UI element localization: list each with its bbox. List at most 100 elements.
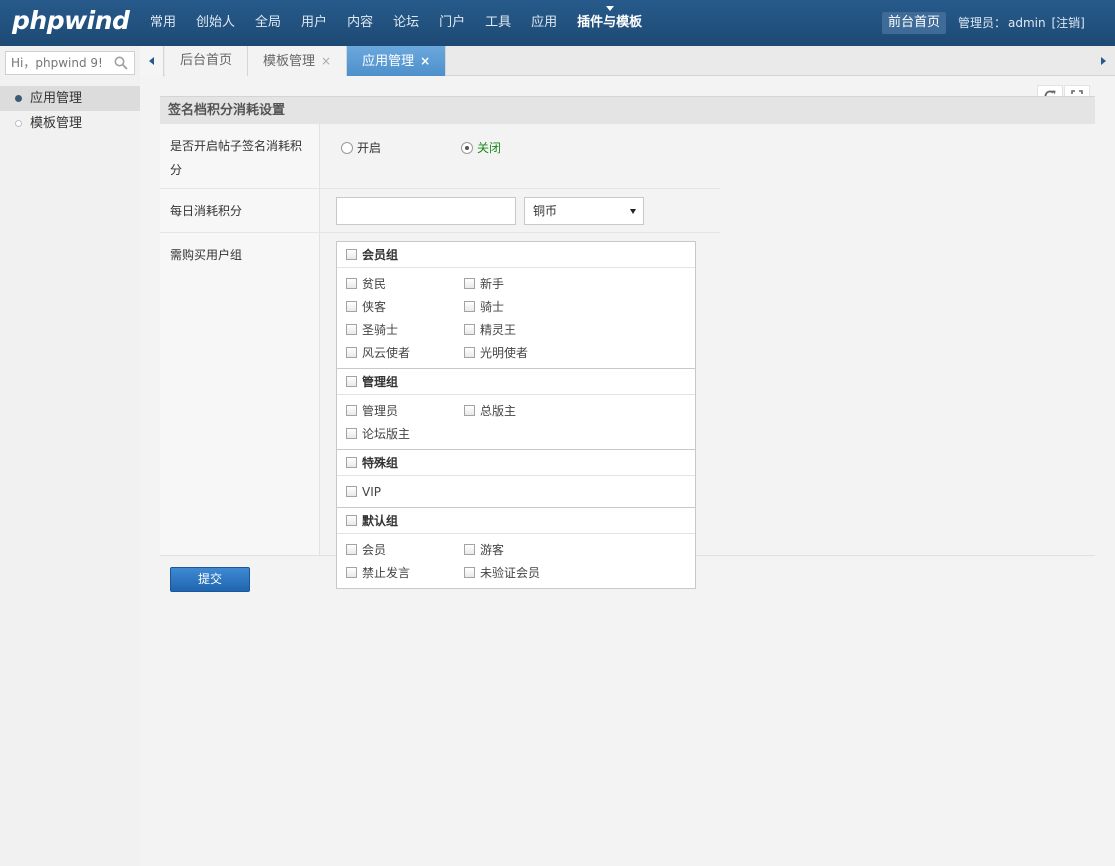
form-row-groups: 需购买用户组 会员组 贫民 新手 侠客 骑士 圣骑士 精灵王 风云使者 光明使者… bbox=[160, 233, 1095, 589]
checkbox[interactable] bbox=[346, 347, 357, 358]
form-row-enable: 是否开启帖子签名消耗积分 开启 关闭 bbox=[160, 124, 720, 189]
submit-button[interactable]: 提交 bbox=[170, 567, 250, 592]
checkbox[interactable] bbox=[346, 457, 357, 468]
nav-item-users[interactable]: 用户 bbox=[291, 0, 337, 46]
group-header-admin[interactable]: 管理组 bbox=[337, 369, 695, 395]
option-label: 侠客 bbox=[362, 300, 387, 314]
close-icon[interactable]: × bbox=[420, 54, 430, 68]
checkbox[interactable] bbox=[346, 249, 357, 260]
group-option[interactable]: 游客 bbox=[464, 538, 582, 561]
group-header-special[interactable]: 特殊组 bbox=[337, 450, 695, 476]
group-option[interactable]: 未验证会员 bbox=[464, 561, 582, 584]
group-option[interactable]: 禁止发言 bbox=[346, 561, 464, 584]
checkbox[interactable] bbox=[346, 544, 357, 555]
phpwind-logo[interactable]: phpwind bbox=[12, 6, 130, 35]
group-option[interactable]: VIP bbox=[346, 480, 464, 503]
tab-scroll-left-button[interactable] bbox=[140, 46, 164, 76]
checkbox[interactable] bbox=[346, 278, 357, 289]
radio-button[interactable] bbox=[341, 141, 353, 154]
form-row-daily: 每日消耗积分 铜币 bbox=[160, 189, 720, 233]
option-label: VIP bbox=[362, 484, 381, 499]
checkbox[interactable] bbox=[346, 405, 357, 416]
group-option[interactable]: 精灵王 bbox=[464, 318, 582, 341]
nav-item-portal[interactable]: 门户 bbox=[429, 0, 475, 46]
option-label: 新手 bbox=[480, 277, 505, 291]
tab-label: 模板管理 bbox=[263, 54, 316, 69]
group-title: 默认组 bbox=[362, 513, 399, 528]
nav-item-tools[interactable]: 工具 bbox=[475, 0, 521, 46]
radio-button-selected[interactable] bbox=[461, 141, 473, 154]
arrow-left-icon bbox=[149, 57, 154, 65]
group-option[interactable]: 侠客 bbox=[346, 295, 464, 318]
tab-template-management[interactable]: 模板管理 × bbox=[248, 46, 348, 76]
checkbox[interactable] bbox=[346, 486, 357, 497]
checkbox[interactable] bbox=[346, 376, 357, 387]
checkbox[interactable] bbox=[346, 301, 357, 312]
checkbox[interactable] bbox=[346, 324, 357, 335]
nav-item-content[interactable]: 内容 bbox=[337, 0, 383, 46]
user-groups-box: 会员组 贫民 新手 侠客 骑士 圣骑士 精灵王 风云使者 光明使者 管理组 管理… bbox=[336, 241, 696, 589]
daily-points-input[interactable] bbox=[336, 197, 516, 225]
group-option[interactable]: 骑士 bbox=[464, 295, 582, 318]
checkbox[interactable] bbox=[464, 301, 475, 312]
checkbox[interactable] bbox=[464, 278, 475, 289]
group-option[interactable]: 论坛版主 bbox=[346, 422, 464, 445]
tab-label: 后台首页 bbox=[180, 53, 233, 68]
radio-enable-on[interactable]: 开启 bbox=[341, 139, 381, 156]
close-icon[interactable]: × bbox=[321, 54, 331, 68]
nav-item-global[interactable]: 全局 bbox=[245, 0, 291, 46]
checkbox[interactable] bbox=[346, 515, 357, 526]
currency-select[interactable]: 铜币 bbox=[524, 197, 644, 225]
nav-item-label: 插件与模板 bbox=[577, 15, 643, 30]
nav-item-founder[interactable]: 创始人 bbox=[186, 0, 245, 46]
main-nav: 常用 创始人 全局 用户 内容 论坛 门户 工具 应用 插件与模板 bbox=[140, 0, 652, 46]
group-option[interactable]: 贫民 bbox=[346, 272, 464, 295]
checkbox[interactable] bbox=[464, 544, 475, 555]
nav-item-apps[interactable]: 应用 bbox=[521, 0, 567, 46]
radio-label: 关闭 bbox=[477, 141, 502, 155]
admin-info: 管理员： admin [注销] bbox=[958, 12, 1087, 34]
tabs: 后台首页 模板管理 × 应用管理 × bbox=[165, 46, 447, 76]
tab-scroll-right-button[interactable] bbox=[1091, 46, 1115, 76]
search-icon[interactable] bbox=[114, 56, 128, 70]
groups-label: 需购买用户组 bbox=[160, 233, 320, 555]
nav-item-plugins-templates[interactable]: 插件与模板 bbox=[567, 0, 652, 46]
tab-app-management[interactable]: 应用管理 × bbox=[347, 46, 447, 76]
option-label: 骑士 bbox=[480, 300, 505, 314]
checkbox[interactable] bbox=[346, 428, 357, 439]
option-label: 游客 bbox=[480, 543, 505, 557]
option-label: 风云使者 bbox=[362, 346, 411, 360]
side-menu: 应用管理 模板管理 bbox=[0, 86, 140, 136]
checkbox[interactable] bbox=[346, 567, 357, 578]
option-label: 圣骑士 bbox=[362, 323, 399, 337]
search-input[interactable] bbox=[6, 52, 106, 74]
nav-item-forum[interactable]: 论坛 bbox=[383, 0, 429, 46]
checkbox[interactable] bbox=[464, 324, 475, 335]
radio-enable-off[interactable]: 关闭 bbox=[461, 139, 501, 156]
tab-bar: 后台首页 模板管理 × 应用管理 × bbox=[140, 46, 1115, 76]
group-option[interactable]: 新手 bbox=[464, 272, 582, 295]
front-home-button[interactable]: 前台首页 bbox=[882, 12, 947, 34]
group-option[interactable]: 会员 bbox=[346, 538, 464, 561]
checkbox[interactable] bbox=[464, 405, 475, 416]
sidebar-item-label: 模板管理 bbox=[30, 116, 83, 131]
group-option[interactable]: 管理员 bbox=[346, 399, 464, 422]
tab-admin-home[interactable]: 后台首页 bbox=[165, 46, 249, 76]
tab-label: 应用管理 bbox=[362, 54, 415, 69]
group-option[interactable]: 风云使者 bbox=[346, 341, 464, 364]
group-option[interactable]: 总版主 bbox=[464, 399, 582, 422]
nav-item-common[interactable]: 常用 bbox=[140, 0, 186, 46]
group-header-default[interactable]: 默认组 bbox=[337, 508, 695, 534]
group-options: VIP bbox=[337, 476, 695, 508]
checkbox[interactable] bbox=[464, 567, 475, 578]
option-label: 禁止发言 bbox=[362, 566, 411, 580]
group-option[interactable]: 圣骑士 bbox=[346, 318, 464, 341]
sidebar-item-template-management[interactable]: 模板管理 bbox=[0, 111, 140, 136]
logout-link[interactable]: [注销] bbox=[1051, 16, 1084, 30]
checkbox[interactable] bbox=[464, 347, 475, 358]
sidebar-item-label: 应用管理 bbox=[30, 91, 83, 106]
group-title: 管理组 bbox=[362, 374, 399, 389]
group-option[interactable]: 光明使者 bbox=[464, 341, 582, 364]
sidebar-item-app-management[interactable]: 应用管理 bbox=[0, 86, 140, 111]
group-header-member[interactable]: 会员组 bbox=[337, 242, 695, 268]
